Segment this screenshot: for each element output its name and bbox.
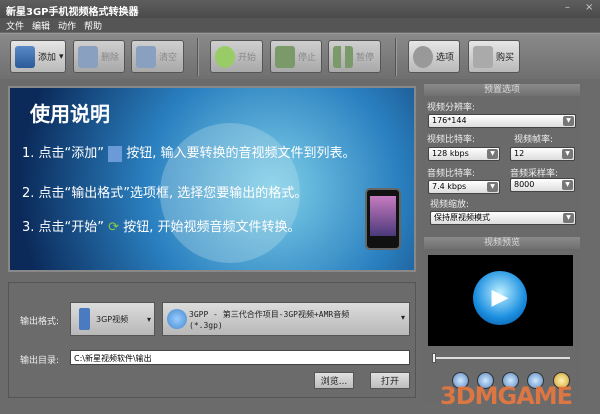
banner-heading: 使用说明 <box>30 102 110 126</box>
seek-slider[interactable] <box>432 353 570 363</box>
stop-icon <box>275 45 295 68</box>
samplerate-value: 8000 <box>514 180 535 189</box>
title-bar: 新星3GP手机视频格式转换器 – × <box>0 0 600 18</box>
resolution-value: 176*144 <box>432 116 467 125</box>
samplerate-select[interactable]: 8000 ▼ <box>510 178 575 192</box>
phone-graphic <box>365 188 401 250</box>
buy-button[interactable]: 购买 <box>468 40 520 73</box>
menu-file[interactable]: 文件 <box>6 19 24 32</box>
menu-action[interactable]: 动作 <box>58 19 76 32</box>
format-value: 3GPP - 第三代合作项目-3GP视频+AMR音频 <box>189 310 350 319</box>
open-button[interactable]: 打开 <box>370 372 410 389</box>
chevron-down-icon: ▼ <box>563 116 574 126</box>
pause-button[interactable]: 暂停 <box>328 40 381 73</box>
framerate-value: 12 <box>514 149 525 158</box>
output-dir-label: 输出目录: <box>20 356 60 366</box>
chevron-down-icon: ▼ <box>562 149 573 159</box>
clear-label: 清空 <box>159 53 178 63</box>
toolbar: 添加 ▾ 删除 清空 开始 停止 暂停 选项 购买 <box>0 33 600 79</box>
scale-select[interactable]: 保持原视频模式 ▼ <box>430 211 576 225</box>
output-format-label: 输出格式: <box>20 317 60 327</box>
abitrate-select[interactable]: 7.4 kbps ▼ <box>428 180 500 194</box>
phone-icon <box>79 308 90 330</box>
buy-label: 购买 <box>496 53 515 63</box>
gear-icon <box>413 45 433 68</box>
chevron-down-icon: ▼ <box>563 213 574 223</box>
output-dir-input[interactable]: C:\新星视频软件\输出 <box>70 350 410 365</box>
presets-header: 预置选项 <box>424 84 580 96</box>
video-preview: ▶ <box>428 255 573 346</box>
start-button[interactable]: 开始 <box>210 40 263 73</box>
abitrate-value: 7.4 kbps <box>432 182 467 191</box>
menu-bar: 文件 编辑 动作 帮助 <box>0 18 600 32</box>
toolbar-separator <box>395 38 397 76</box>
vbitrate-label: 视频比特率: <box>427 135 476 145</box>
device-value: 3GP视频 <box>96 314 129 324</box>
preview-header: 视频预览 <box>424 237 580 249</box>
output-panel <box>8 282 416 398</box>
film-clear-icon <box>136 45 156 68</box>
scale-label: 视频缩放: <box>430 200 470 210</box>
pause-label: 暂停 <box>356 53 375 63</box>
framerate-label: 视频帧率: <box>514 135 554 145</box>
device-select[interactable]: 3GP视频 ▾ <box>70 302 155 336</box>
vbitrate-value: 128 kbps <box>432 149 469 158</box>
film-add-icon <box>108 145 123 162</box>
close-button[interactable]: × <box>585 2 593 13</box>
delete-label: 删除 <box>101 53 120 63</box>
menu-edit[interactable]: 编辑 <box>32 19 50 32</box>
toolbar-separator <box>197 38 199 76</box>
chevron-down-icon: ▾ <box>400 313 405 322</box>
step-3-text: 3. 点击“开始” <box>22 220 105 235</box>
browse-button[interactable]: 浏览... <box>314 372 354 389</box>
step-3: 3. 点击“开始” ⟳ 按钮, 开始视频音频文件转换。 <box>22 216 300 235</box>
film-add-icon <box>15 45 35 68</box>
add-button[interactable]: 添加 ▾ <box>10 40 66 73</box>
scale-value: 保持原视频模式 <box>434 213 490 222</box>
delete-button[interactable]: 删除 <box>73 40 125 73</box>
refresh-icon <box>215 45 235 68</box>
chevron-down-icon: ▼ <box>487 182 498 192</box>
cart-icon <box>473 45 493 68</box>
step-3-text-end: 按钮, 开始视频音频文件转换。 <box>123 220 301 235</box>
step-1-text: 1. 点击“添加” <box>22 146 105 161</box>
resolution-select[interactable]: 176*144 ▼ <box>428 114 576 128</box>
step-1-text-end: 按钮, 输入要转换的音视频文件到列表。 <box>126 146 356 161</box>
start-label: 开始 <box>238 53 257 63</box>
stop-label: 停止 <box>298 53 317 63</box>
instructions-banner: 使用说明 1. 点击“添加” 按钮, 输入要转换的音视频文件到列表。 2. 点击… <box>8 86 416 272</box>
window-title: 新星3GP手机视频格式转换器 <box>6 7 139 18</box>
options-label: 选项 <box>436 53 455 63</box>
format-ext: (*.3gp) <box>189 321 223 330</box>
options-button[interactable]: 选项 <box>408 40 460 73</box>
vbitrate-select[interactable]: 128 kbps ▼ <box>428 147 500 161</box>
clear-button[interactable]: 清空 <box>131 40 184 73</box>
presets-panel: 预置选项 视频分辨率: 176*144 ▼ 视频比特率: 视频帧率: 128 kb… <box>422 82 582 402</box>
framerate-select[interactable]: 12 ▼ <box>510 147 575 161</box>
watermark: 3DMGAME <box>440 382 573 410</box>
menu-help[interactable]: 帮助 <box>84 19 102 32</box>
minimize-button[interactable]: – <box>565 2 570 13</box>
step-1: 1. 点击“添加” 按钮, 输入要转换的音视频文件到列表。 <box>22 142 356 162</box>
pause-icon <box>333 45 353 68</box>
film-remove-icon <box>78 45 98 68</box>
format-select[interactable]: 3GPP - 第三代合作项目-3GP视频+AMR音频 (*.3gp) ▾ <box>162 302 410 336</box>
add-label: 添加 <box>38 53 57 63</box>
resolution-label: 视频分辨率: <box>427 103 476 113</box>
step-2: 2. 点击“输出格式”选项框, 选择您要输出的格式。 <box>22 186 308 201</box>
play-icon[interactable]: ▶ <box>473 271 527 325</box>
stop-button[interactable]: 停止 <box>270 40 322 73</box>
refresh-icon: ⟳ <box>108 220 120 235</box>
chevron-down-icon: ▼ <box>487 149 498 159</box>
chevron-down-icon: ▼ <box>562 180 573 190</box>
seek-thumb[interactable] <box>432 353 436 363</box>
format-icon <box>167 309 187 329</box>
abitrate-label: 音频比特率: <box>427 169 476 179</box>
